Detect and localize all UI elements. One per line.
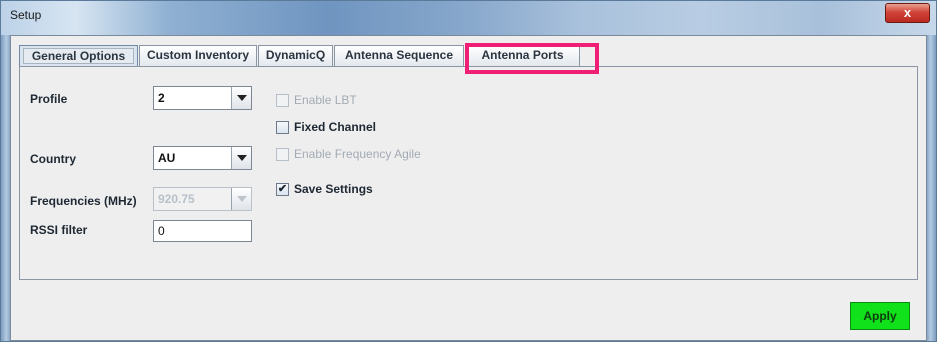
rssi-filter-value: 0	[158, 224, 165, 238]
country-dropdown-button[interactable]	[231, 147, 251, 169]
button-bar: Apply	[19, 280, 918, 334]
rssi-filter-input[interactable]: 0	[153, 220, 252, 242]
tab-general-options[interactable]: General Options	[19, 45, 138, 66]
window-frame-right	[927, 35, 936, 341]
tab-label: Antenna Ports	[481, 48, 564, 62]
chevron-down-icon	[237, 95, 247, 101]
tab-label: General Options	[31, 49, 126, 63]
fixed-channel-label: Fixed Channel	[294, 120, 377, 134]
chevron-down-icon	[237, 155, 247, 161]
country-select[interactable]: AU	[153, 146, 252, 170]
save-settings-label: Save Settings	[294, 182, 373, 196]
tab-label: DynamicQ	[265, 48, 326, 62]
enable-lbt-label: Enable LBT	[294, 93, 357, 107]
window-title: Setup	[10, 8, 42, 22]
checkbox-box	[276, 94, 289, 107]
rssi-filter-label: RSSI filter	[30, 223, 88, 237]
frequencies-dropdown-button	[231, 188, 251, 210]
close-button[interactable]: x	[885, 3, 930, 23]
dialog-content: General Options Custom Inventory Dynamic…	[10, 35, 927, 341]
frequencies-select: 920.75	[153, 187, 252, 211]
setup-window: Setup x General Options Custom Inventory…	[0, 0, 937, 342]
general-options-panel: Profile 2 Country AU Frequencies (MHz) 9…	[19, 66, 918, 280]
country-label: Country	[30, 152, 76, 166]
frequencies-label: Frequencies (MHz)	[30, 194, 137, 208]
apply-button[interactable]: Apply	[850, 302, 910, 330]
profile-value: 2	[158, 91, 165, 105]
frequencies-value: 920.75	[158, 192, 195, 206]
tab-antenna-sequence[interactable]: Antenna Sequence	[334, 45, 464, 66]
tab-dynamicq[interactable]: DynamicQ	[258, 45, 333, 66]
tab-strip: General Options Custom Inventory Dynamic…	[19, 45, 919, 67]
tab-antenna-ports[interactable]: Antenna Ports	[465, 45, 580, 66]
profile-select[interactable]: 2	[153, 86, 252, 110]
checkbox-box[interactable]	[276, 121, 289, 134]
title-bar[interactable]: Setup x	[1, 1, 936, 35]
country-value: AU	[158, 151, 176, 165]
chevron-down-icon	[237, 196, 247, 202]
tab-label: Custom Inventory	[146, 48, 249, 62]
profile-dropdown-button[interactable]	[231, 87, 251, 109]
tab-custom-inventory[interactable]: Custom Inventory	[139, 45, 257, 66]
checkmark-icon[interactable]: ✔	[276, 183, 289, 196]
enable-frequency-agile-label: Enable Frequency Agile	[294, 147, 421, 161]
profile-label: Profile	[30, 92, 68, 106]
close-icon: x	[903, 5, 912, 20]
window-frame-left	[1, 35, 10, 341]
checkbox-box	[276, 148, 289, 161]
tab-label: Antenna Sequence	[344, 48, 454, 62]
